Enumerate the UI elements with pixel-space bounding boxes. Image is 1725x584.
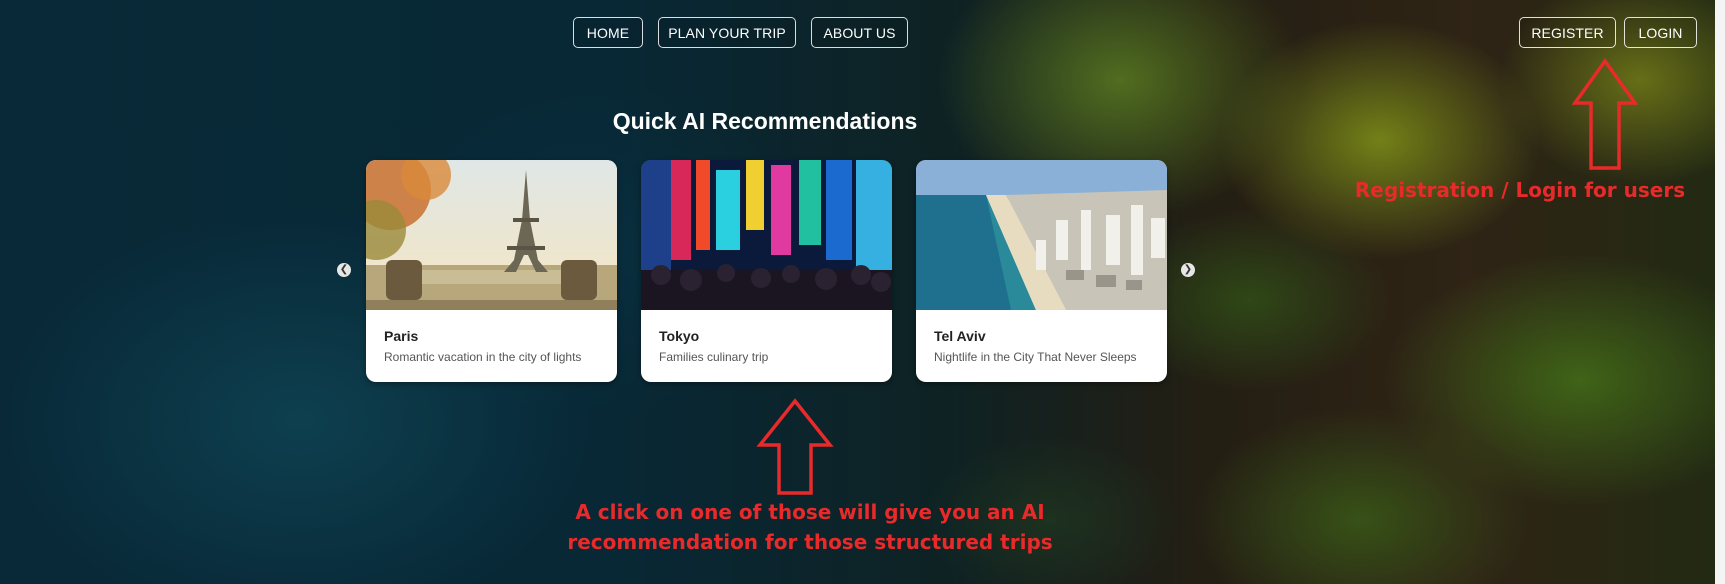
tokyo-image — [641, 160, 892, 310]
carousel-prev-button[interactable]: ❮ — [337, 263, 351, 277]
register-button[interactable]: REGISTER — [1519, 17, 1616, 48]
nav-home-button[interactable]: HOME — [573, 17, 643, 48]
section-title: Quick AI Recommendations — [612, 108, 918, 134]
recommendation-card-paris[interactable]: Paris Romantic vacation in the city of l… — [366, 160, 617, 382]
annotation-line: A click on one of those will give you an… — [575, 500, 1045, 524]
card-description: Nightlife in the City That Never Sleeps — [934, 350, 1137, 364]
nav-about-us-button[interactable]: ABOUT US — [811, 17, 908, 48]
annotation-cards-note: A click on one of those will give you an… — [540, 497, 1080, 557]
annotation-line: recommendation for those structured trip… — [567, 530, 1053, 554]
card-title: Paris — [384, 328, 419, 344]
card-title: Tokyo — [659, 328, 700, 344]
annotation-arrow-up-icon — [756, 398, 834, 495]
card-description: Romantic vacation in the city of lights — [384, 350, 582, 364]
nav-plan-trip-button[interactable]: PLAN YOUR TRIP — [658, 17, 796, 48]
tel-aviv-image — [916, 160, 1167, 310]
annotation-login-note: Registration / Login for users — [1354, 178, 1686, 202]
window-edge — [1715, 0, 1725, 584]
annotation-arrow-up-icon — [1571, 58, 1639, 170]
chevron-right-icon: ❯ — [1183, 264, 1193, 275]
recommendation-card-tokyo[interactable]: Tokyo Families culinary trip — [641, 160, 892, 382]
card-description: Families culinary trip — [659, 350, 769, 364]
login-button[interactable]: LOGIN — [1624, 17, 1697, 48]
carousel-next-button[interactable]: ❯ — [1181, 263, 1195, 277]
paris-image — [366, 160, 617, 310]
card-title: Tel Aviv — [934, 328, 986, 344]
recommendation-card-tel-aviv[interactable]: Tel Aviv Nightlife in the City That Neve… — [916, 160, 1167, 382]
chevron-left-icon: ❮ — [339, 264, 349, 275]
